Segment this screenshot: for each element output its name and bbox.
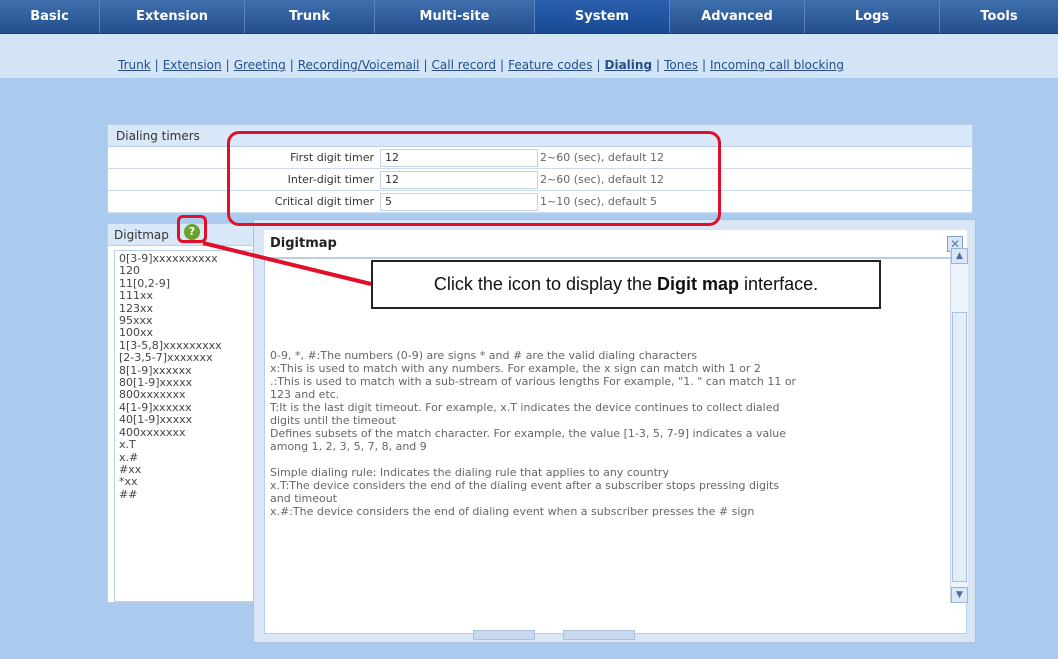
separator: | bbox=[289, 58, 294, 72]
subnav-tones[interactable]: Tones bbox=[664, 58, 698, 72]
modal-title: Digitmap bbox=[270, 236, 337, 251]
list-item: 120 bbox=[119, 264, 140, 278]
list-item: *xx bbox=[119, 475, 138, 489]
list-item: 0[3-9]xxxxxxxxxx bbox=[119, 252, 218, 265]
separator: | bbox=[423, 58, 428, 72]
separator: | bbox=[225, 58, 230, 72]
scroll-down-icon[interactable]: ▼ bbox=[951, 587, 968, 603]
scrollbar[interactable]: ▲ ▼ bbox=[950, 248, 968, 603]
modal-line: Simple dialing rule: Indicates the diali… bbox=[270, 466, 669, 479]
modal-line: Defines subsets of the match character. … bbox=[270, 427, 787, 440]
separator: | bbox=[154, 58, 159, 72]
tab-advanced[interactable]: Advanced bbox=[670, 0, 805, 33]
modal-line: x.#:The device considers the end of dial… bbox=[270, 505, 755, 518]
tab-multi-site[interactable]: Multi-site bbox=[375, 0, 535, 33]
callout-prefix: Click the icon to display the bbox=[433, 274, 658, 294]
modal-title-bar: Digitmap ✕ bbox=[264, 230, 967, 258]
modal-line: among 1, 2, 3, 5, 7, 8, and 9 bbox=[270, 440, 427, 453]
modal-line: .:This is used to match with a sub-strea… bbox=[270, 375, 797, 388]
callout-suffix: interface. bbox=[739, 274, 819, 294]
list-item: 100xx bbox=[119, 326, 154, 340]
subnav-incoming-call-blocking[interactable]: Incoming call blocking bbox=[710, 58, 844, 72]
list-item: 800xxxxxxx bbox=[119, 388, 186, 402]
callout-bold: Digit map bbox=[657, 274, 740, 294]
subnav-greeting[interactable]: Greeting bbox=[234, 58, 286, 72]
modal-line: x:This is used to match with any numbers… bbox=[270, 362, 761, 375]
tab-trunk[interactable]: Trunk bbox=[245, 0, 375, 33]
subnav-extension[interactable]: Extension bbox=[163, 58, 222, 72]
list-item: 400xxxxxxx bbox=[119, 425, 186, 439]
modal-line: T:It is the last digit timeout. For exam… bbox=[270, 401, 780, 414]
list-item: x.T bbox=[119, 438, 136, 452]
separator: | bbox=[701, 58, 706, 72]
list-item: ## bbox=[119, 487, 138, 501]
tab-basic[interactable]: Basic bbox=[0, 0, 100, 33]
icon-highlight-box bbox=[177, 215, 207, 243]
subnav-feature-codes[interactable]: Feature codes bbox=[508, 58, 592, 72]
modal-line: 123 and etc. bbox=[270, 388, 340, 401]
callout-box: Click the icon to display the Digit map … bbox=[371, 260, 881, 309]
separator: | bbox=[596, 58, 601, 72]
scroll-thumb[interactable] bbox=[952, 312, 967, 582]
tab-extension[interactable]: Extension bbox=[100, 0, 245, 33]
subnav-trunk[interactable]: Trunk bbox=[118, 58, 151, 72]
callout-text: Click the icon to display the Digit map … bbox=[373, 274, 879, 295]
timers-highlight-box bbox=[227, 131, 721, 226]
top-navigation: Basic Extension Trunk Multi-site System … bbox=[0, 0, 1058, 34]
modal-line: 0-9, *, #:The numbers (0-9) are signs * … bbox=[270, 349, 698, 362]
tab-tools[interactable]: Tools bbox=[940, 0, 1058, 33]
list-item: #xx bbox=[119, 462, 142, 476]
list-item: 40[1-9]xxxxx bbox=[119, 413, 193, 427]
digitmap-list[interactable]: 0[3-9]xxxxxxxxxx 120 11[0,2-9] 111xx 123… bbox=[114, 250, 264, 602]
list-item: [2-3,5-7]xxxxxxx bbox=[119, 351, 213, 365]
scroll-up-icon[interactable]: ▲ bbox=[951, 248, 968, 264]
bottom-tab[interactable] bbox=[563, 630, 635, 640]
list-item: 111xx bbox=[119, 289, 154, 303]
sub-navigation: Trunk | Extension | Greeting | Recording/Voice… bbox=[118, 58, 844, 72]
bottom-tab[interactable] bbox=[473, 630, 535, 640]
separator: | bbox=[656, 58, 661, 72]
modal-line: and timeout bbox=[270, 492, 338, 505]
modal-bottom-tabs bbox=[473, 630, 635, 642]
modal-line: digits until the timeout bbox=[270, 414, 396, 427]
tab-system[interactable]: System bbox=[535, 0, 670, 33]
modal-content: 0-9, *, #:The numbers (0-9) are signs * … bbox=[270, 349, 960, 518]
subnav-dialing[interactable]: Dialing bbox=[605, 58, 653, 72]
modal-line: x.T:The device considers the end of the … bbox=[270, 479, 780, 492]
subnav-recording-voicemail[interactable]: Recording/Voicemail bbox=[298, 58, 420, 72]
subnav-call-record[interactable]: Call record bbox=[432, 58, 497, 72]
tab-logs[interactable]: Logs bbox=[805, 0, 940, 33]
modal-body: 0-9, *, #:The numbers (0-9) are signs * … bbox=[264, 258, 967, 634]
separator: | bbox=[500, 58, 505, 72]
